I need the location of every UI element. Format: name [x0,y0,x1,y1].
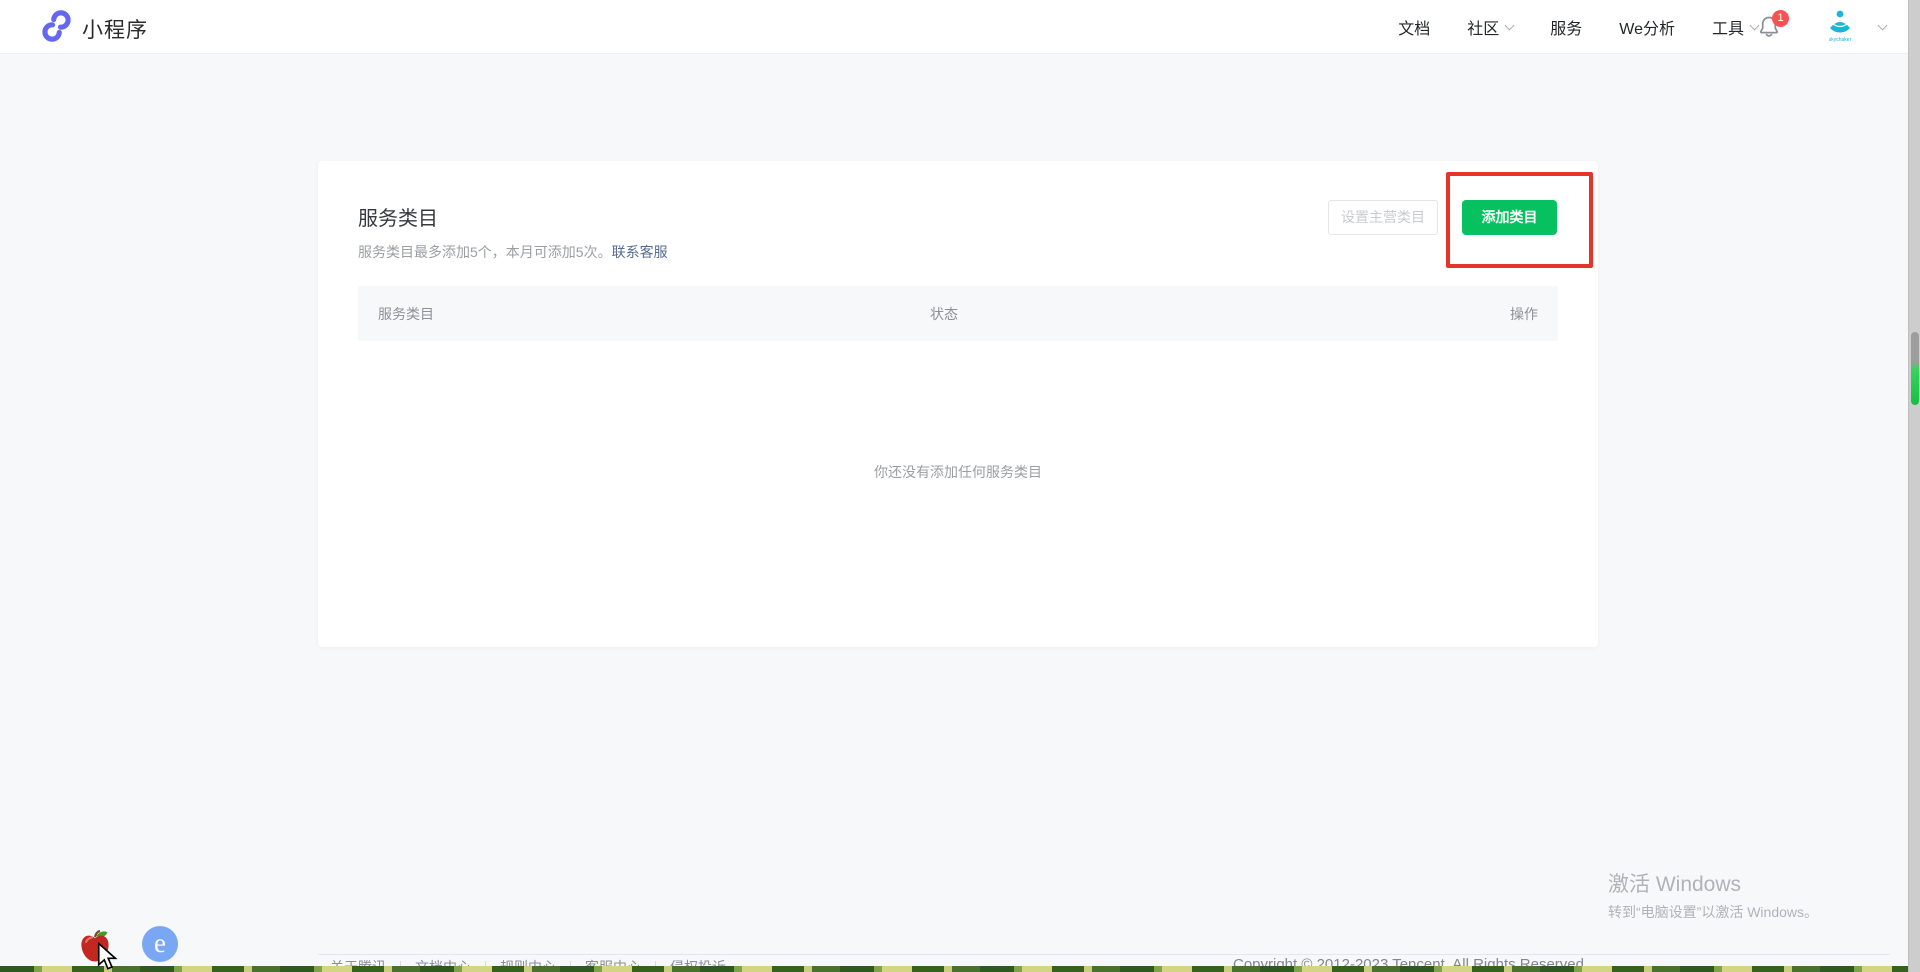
account-chevron-down-icon[interactable] [1878,21,1888,31]
ie-browser-icon[interactable]: e [142,926,178,962]
desktop-edge-strip [0,966,1920,972]
vertical-scrollbar[interactable] [1908,0,1920,972]
table-header-row: 服务类目 状态 操作 [358,286,1558,341]
category-limit-text: 服务类目最多添加5个，本月可添加5次。联系客服 [358,242,668,262]
set-primary-category-button[interactable]: 设置主营类目 [1328,200,1438,235]
top-navigation-bar: 小程序 文档 社区 服务 We分析 工具 1 skychaker [0,0,1920,54]
nav-item-we-analytics[interactable]: We分析 [1619,15,1675,39]
nav-item-tools[interactable]: 工具 [1712,15,1758,39]
service-category-card: 服务类目 服务类目最多添加5个，本月可添加5次。联系客服 设置主营类目 添加类目… [318,161,1598,647]
account-avatar[interactable]: skychaker [1824,9,1856,45]
scrollbar-thumb[interactable] [1911,332,1919,405]
page-title: 服务类目 [358,202,438,231]
column-header-actions: 操作 [1468,304,1538,324]
windows-activation-watermark: 激活 Windows 转到“电脑设置”以激活 Windows。 [1608,872,1818,922]
empty-state-text: 你还没有添加任何服务类目 [318,462,1598,482]
watermark-line1: 激活 Windows [1608,872,1818,898]
nav-item-community[interactable]: 社区 [1467,15,1513,39]
contact-support-link[interactable]: 联系客服 [612,244,668,260]
notification-badge: 1 [1772,10,1789,27]
footer-divider [318,954,1890,955]
primary-nav: 文档 社区 服务 We分析 工具 [1398,0,1758,54]
mini-program-logo[interactable]: 小程序 [40,10,148,47]
watermark-line2: 转到“电脑设置”以激活 Windows。 [1608,902,1818,922]
avatar-logo-icon [1826,20,1854,37]
bell-icon [1756,27,1782,44]
avatar-username: skychaker [1824,38,1856,43]
column-header-category: 服务类目 [378,304,930,324]
mouse-cursor [96,942,118,972]
limit-text: 服务类目最多添加5个，本月可添加5次。 [358,244,612,260]
chevron-down-icon [1505,20,1515,30]
notification-bell-button[interactable]: 1 [1756,14,1790,44]
add-category-button[interactable]: 添加类目 [1462,200,1557,235]
weapp-logo-icon [40,10,73,47]
logo-text: 小程序 [82,14,148,44]
column-header-status: 状态 [930,304,1468,324]
nav-item-service[interactable]: 服务 [1550,15,1582,39]
nav-item-docs[interactable]: 文档 [1398,15,1430,39]
